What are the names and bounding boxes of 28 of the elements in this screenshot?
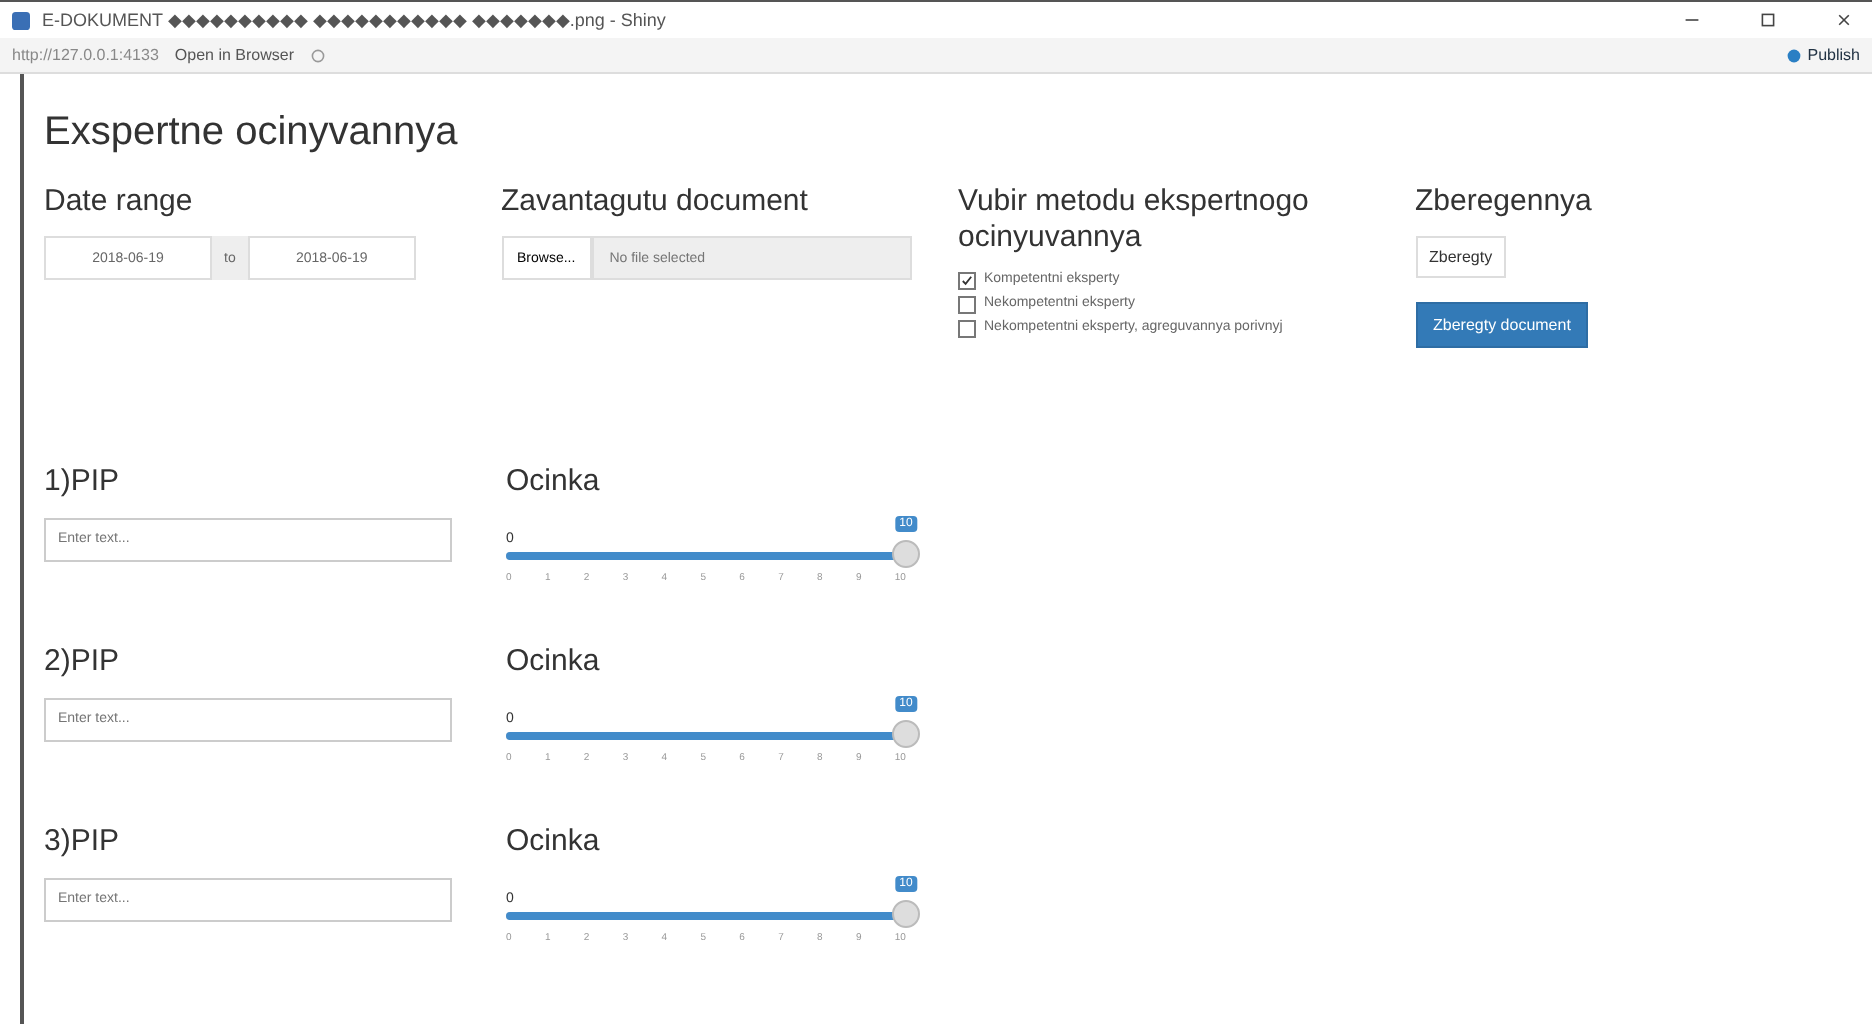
close-icon[interactable]: [1836, 12, 1852, 28]
section-label: Vubir metodu ekspertnogo ocinyuvannya: [958, 184, 1311, 256]
slider-handle[interactable]: [892, 900, 920, 928]
checkbox[interactable]: [958, 296, 976, 314]
save-button[interactable]: Zberegty: [1415, 236, 1507, 278]
checkbox[interactable]: [958, 320, 976, 338]
field-label: 1)PIP: [44, 464, 122, 500]
publish-button[interactable]: Publish: [1785, 46, 1860, 64]
app-icon: [12, 11, 30, 29]
checkbox[interactable]: [958, 272, 976, 290]
publish-icon: [1785, 47, 1802, 63]
maximize-icon[interactable]: [1760, 12, 1776, 28]
save-document-button[interactable]: Zberegty document: [1415, 302, 1589, 348]
slider-label: Ocinka: [506, 644, 602, 680]
open-in-browser-button[interactable]: Open in Browser: [174, 46, 294, 64]
slider-handle[interactable]: [892, 540, 920, 568]
section-label: Zberegennya: [1415, 184, 1594, 220]
slider-label: Ocinka: [506, 824, 602, 860]
section-label: Date range: [44, 184, 195, 220]
refresh-icon[interactable]: [310, 47, 326, 63]
slider-handle[interactable]: [892, 720, 920, 748]
address-text: http://127.0.0.1:4133: [12, 46, 159, 64]
page-title: Exspertne ocinyvannya: [44, 108, 460, 158]
slider-label: Ocinka: [506, 464, 602, 500]
field-label: 2)PIP: [44, 644, 122, 680]
field-label: 3)PIP: [44, 824, 122, 860]
window-title: E-DOKUMENT ◆◆◆◆◆◆◆◆◆◆ ◆◆◆◆◆◆◆◆◆◆◆ ◆◆◆◆◆◆◆.png - Shiny: [42, 10, 666, 30]
section-label: Zavantagutu document: [501, 184, 810, 220]
